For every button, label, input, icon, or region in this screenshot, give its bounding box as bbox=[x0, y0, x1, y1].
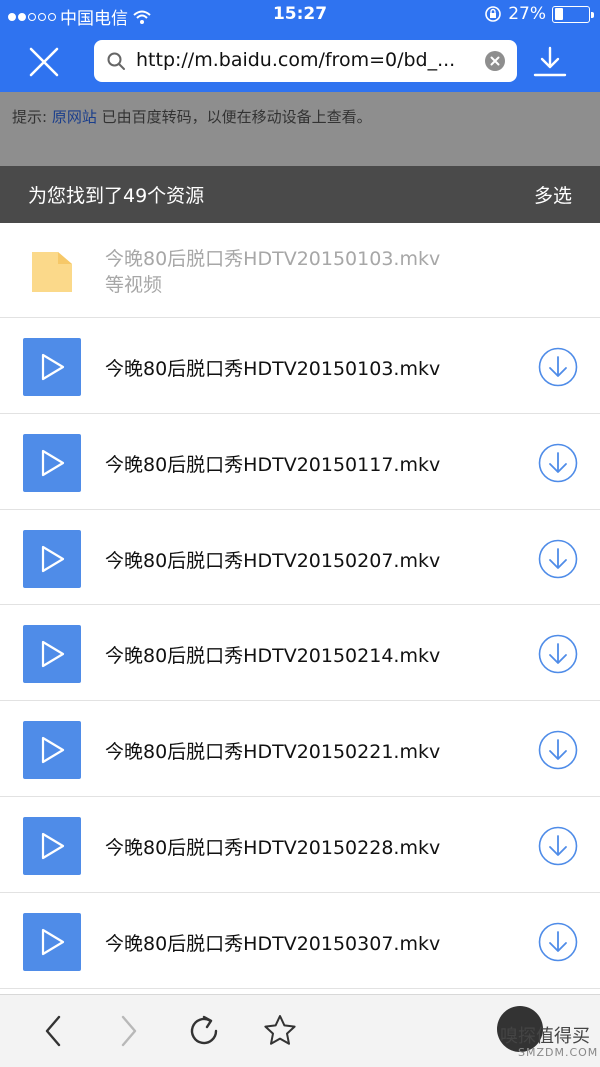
file-name: 今晚80后脱口秀HDTV20150103.mkv bbox=[105, 358, 441, 380]
clear-url-icon[interactable] bbox=[485, 51, 505, 71]
folder-label-line1: 今晚80后脱口秀HDTV20150103.mkv bbox=[105, 248, 441, 270]
folder-label: 今晚80后脱口秀HDTV20150103.mkv 等视频 bbox=[105, 246, 505, 298]
download-circle-icon[interactable] bbox=[538, 826, 578, 866]
video-thumbnail bbox=[23, 721, 81, 780]
file-name: 今晚80后脱口秀HDTV20150221.mkv bbox=[105, 741, 441, 764]
list-item[interactable]: 今晚80后脱口秀HDTV20150117.mkv bbox=[0, 414, 600, 510]
transcode-notice: 提示: 原网站 已由百度转码，以便在移动设备上查看。 bbox=[0, 92, 600, 166]
multi-select-button[interactable]: 多选 bbox=[534, 181, 572, 208]
list-item[interactable]: 今晚80后脱口秀HDTV20150307.mkv bbox=[0, 893, 600, 989]
folder-label-line2: 等视频 bbox=[105, 274, 163, 296]
video-thumbnail bbox=[23, 625, 81, 684]
battery-level bbox=[554, 8, 564, 20]
play-icon bbox=[41, 353, 65, 381]
folder-icon bbox=[32, 252, 72, 292]
browser-toolbar: http://m.baidu.com/from=0/bd_... bbox=[0, 30, 600, 92]
file-name: 今晚80后脱口秀HDTV20150228.mkv bbox=[105, 836, 441, 859]
orientation-lock-icon bbox=[485, 6, 502, 22]
file-name: 今晚80后脱口秀HDTV20150207.mkv bbox=[105, 549, 441, 572]
watermark-sub: SMZDM.COM bbox=[518, 1046, 599, 1059]
download-icon[interactable] bbox=[530, 44, 570, 80]
watermark-text: 嗅探值得买 bbox=[500, 1022, 590, 1048]
status-right: 27% bbox=[484, 4, 594, 24]
original-site-link[interactable]: 原网站 bbox=[52, 108, 97, 126]
download-circle-icon[interactable] bbox=[538, 922, 578, 962]
play-icon bbox=[41, 928, 65, 955]
video-thumbnail bbox=[23, 529, 81, 588]
play-icon bbox=[41, 545, 65, 572]
list-item[interactable]: 今晚80后脱口秀HDTV20150221.mkv bbox=[0, 701, 600, 797]
list-item[interactable]: 今晚80后脱口秀HDTV20150103.mkv bbox=[0, 318, 600, 414]
resource-list: 今晚80后脱口秀HDTV20150103.mkv 等视频 今晚80后脱口秀HDT… bbox=[0, 223, 600, 994]
play-icon bbox=[41, 641, 65, 668]
battery-icon bbox=[552, 5, 594, 23]
battery-percent: 27% bbox=[508, 4, 546, 24]
download-circle-icon[interactable] bbox=[538, 634, 578, 674]
video-thumbnail bbox=[23, 338, 81, 396]
list-item[interactable]: 今晚80后脱口秀HDTV20150207.mkv bbox=[0, 510, 600, 606]
bookmark-star-icon[interactable] bbox=[262, 1013, 298, 1049]
list-item[interactable]: 今晚80后脱口秀HDTV20150228.mkv bbox=[0, 797, 600, 893]
back-icon[interactable] bbox=[36, 1013, 72, 1049]
file-name: 今晚80后脱口秀HDTV20150307.mkv bbox=[105, 932, 441, 955]
resource-count-title: 为您找到了49个资源 bbox=[28, 185, 205, 207]
download-circle-icon[interactable] bbox=[538, 730, 578, 770]
play-icon bbox=[41, 832, 65, 860]
notice-text: 已由百度转码，以便在移动设备上查看。 bbox=[101, 108, 372, 126]
download-circle-icon[interactable] bbox=[538, 347, 578, 387]
video-thumbnail bbox=[23, 433, 81, 492]
forward-icon[interactable] bbox=[110, 1013, 146, 1049]
video-thumbnail bbox=[23, 816, 81, 875]
download-circle-icon[interactable] bbox=[538, 443, 578, 483]
close-icon[interactable] bbox=[24, 42, 64, 82]
refresh-icon[interactable] bbox=[186, 1013, 222, 1049]
watermark-main: 值得买 bbox=[536, 1026, 590, 1047]
file-name: 今晚80后脱口秀HDTV20150117.mkv bbox=[105, 453, 441, 476]
url-text[interactable]: http://m.baidu.com/from=0/bd_... bbox=[136, 49, 476, 71]
play-icon bbox=[41, 449, 65, 476]
resource-sheet-header: 为您找到了49个资源 多选 bbox=[0, 166, 600, 223]
search-icon bbox=[107, 52, 125, 70]
status-bar: 中国电信 15:27 27% bbox=[0, 0, 600, 30]
list-item[interactable]: 今晚80后脱口秀HDTV20150214.mkv bbox=[0, 605, 600, 702]
download-circle-icon[interactable] bbox=[538, 539, 578, 579]
notice-prefix: 提示: bbox=[12, 108, 48, 126]
play-icon bbox=[41, 737, 65, 764]
url-bar[interactable]: http://m.baidu.com/from=0/bd_... bbox=[94, 40, 517, 82]
file-name: 今晚80后脱口秀HDTV20150214.mkv bbox=[105, 645, 441, 668]
folder-item[interactable]: 今晚80后脱口秀HDTV20150103.mkv 等视频 bbox=[0, 223, 600, 318]
video-thumbnail bbox=[23, 912, 81, 971]
watermark-partial: 嗅探 bbox=[500, 1026, 536, 1047]
